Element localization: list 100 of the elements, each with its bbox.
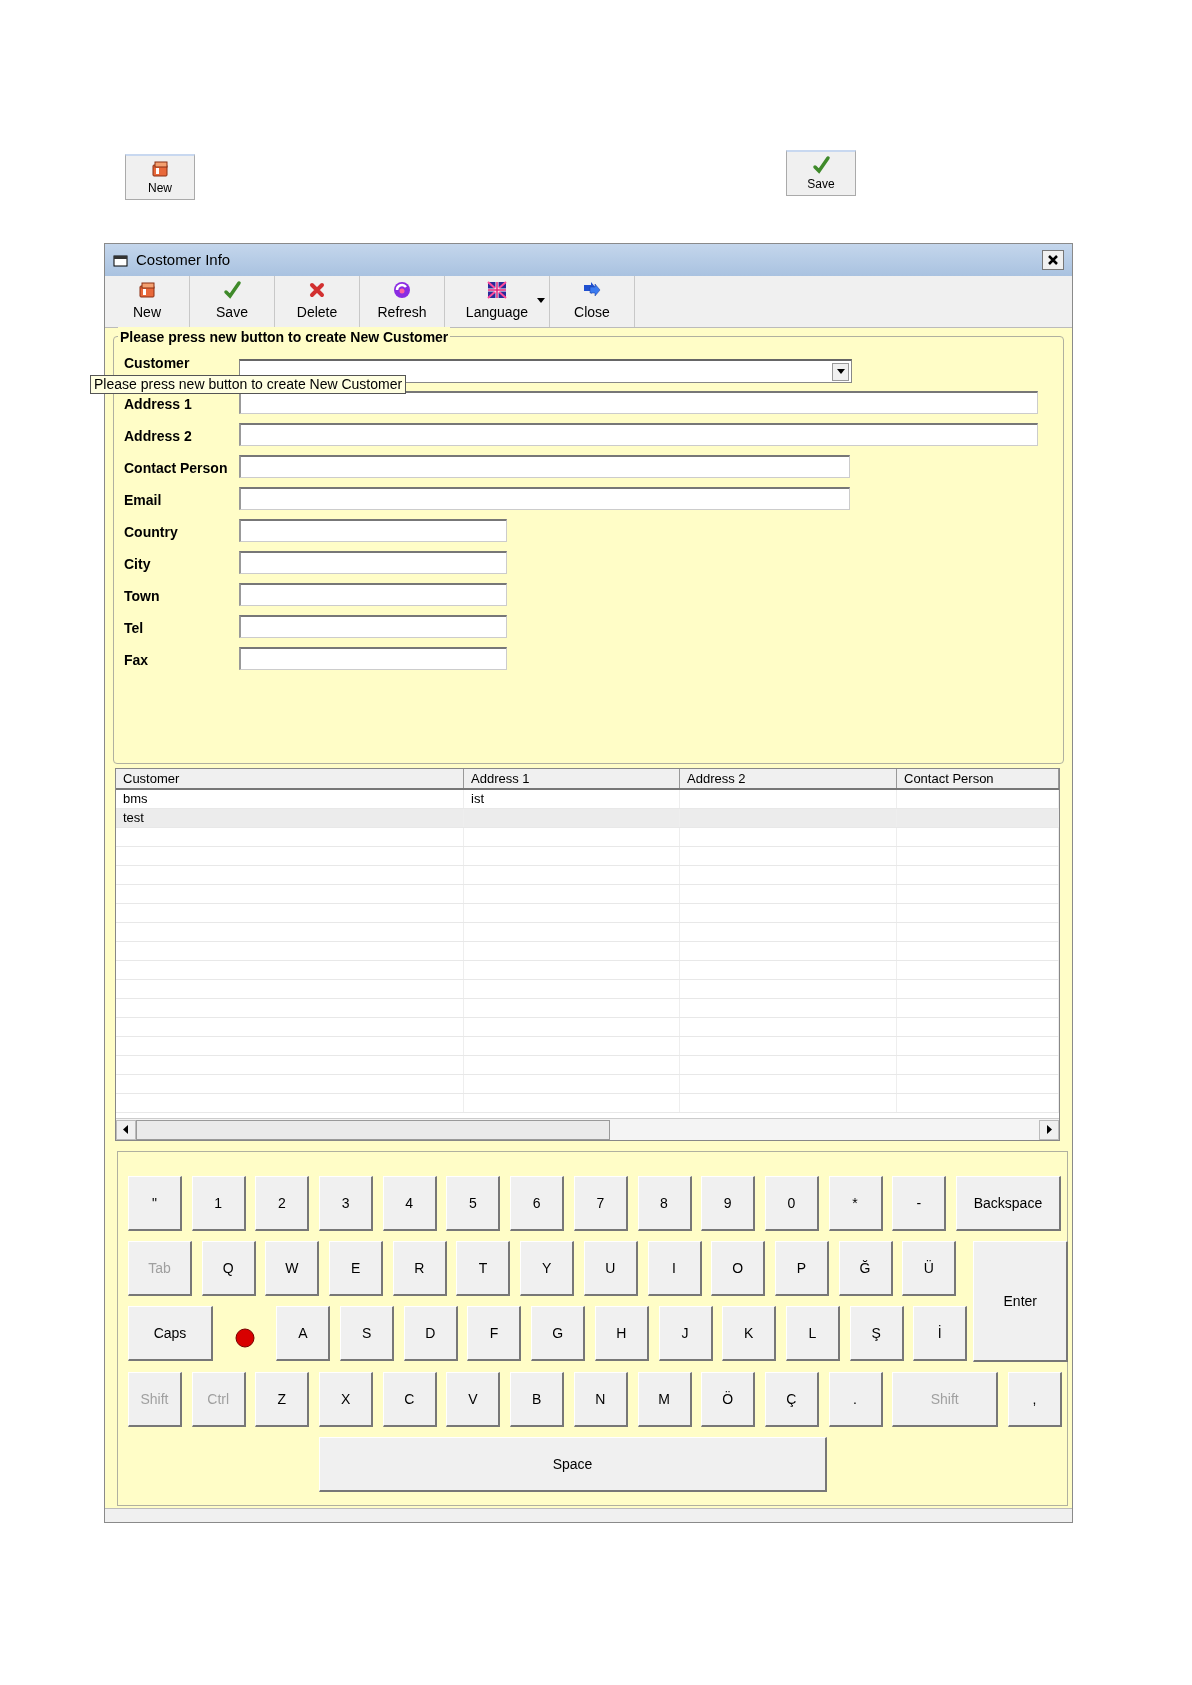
field-label: Email (124, 491, 163, 509)
save-button[interactable]: Save (786, 150, 856, 196)
close-toolbar-button[interactable]: Close (550, 276, 635, 327)
window-icon (113, 253, 128, 267)
left-arrow-icon (123, 1125, 129, 1134)
column-header[interactable]: Address 1 (464, 769, 680, 788)
text-field[interactable] (239, 487, 850, 510)
keyboard-key[interactable]: Ö (701, 1372, 756, 1427)
field-label: Town (124, 587, 161, 605)
keyboard-key[interactable]: Ğ (838, 1241, 893, 1296)
keyboard-key[interactable]: G (531, 1306, 586, 1361)
group-title: Please press new button to create New Customer (118, 327, 451, 348)
keyboard-key[interactable]: J (658, 1306, 713, 1361)
keyboard-key[interactable]: Ç (764, 1372, 819, 1427)
keyboard-key[interactable]: Ş (849, 1306, 904, 1361)
keyboard-key[interactable]: İ (913, 1306, 968, 1361)
keyboard-key[interactable]: H (594, 1306, 649, 1361)
keyboard-key[interactable]: K (722, 1306, 777, 1361)
keyboard-key[interactable]: . (828, 1372, 883, 1427)
field-label: City (124, 555, 152, 573)
keyboard-key[interactable]: O (711, 1241, 766, 1296)
keyboard-key[interactable]: T (456, 1241, 511, 1296)
keyboard-key[interactable]: Z (255, 1372, 310, 1427)
field-label: Customer (124, 356, 191, 371)
keyboard-key[interactable]: Q (201, 1241, 256, 1296)
keyboard-key[interactable]: U (583, 1241, 638, 1296)
table-row[interactable]: test (116, 809, 1059, 828)
column-header[interactable]: Contact Person (897, 769, 1059, 788)
keyboard-key[interactable]: N (573, 1372, 628, 1427)
close-icon (1047, 254, 1059, 266)
keyboard-key[interactable]: - (892, 1176, 947, 1231)
table-cell: test (116, 809, 464, 827)
text-field[interactable] (239, 391, 1038, 414)
close-button[interactable] (1042, 250, 1064, 270)
refresh-icon (392, 280, 412, 300)
keyboard-key[interactable]: Backspace (955, 1176, 1061, 1231)
keyboard-key[interactable]: 0 (764, 1176, 819, 1231)
flag-icon (487, 280, 507, 300)
delete-icon (307, 280, 327, 300)
keyboard-key[interactable]: W (265, 1241, 320, 1296)
keyboard-key[interactable]: 2 (255, 1176, 310, 1231)
field-label: Address 1 (124, 395, 193, 413)
keyboard-key[interactable]: 3 (319, 1176, 374, 1231)
text-field[interactable] (239, 519, 507, 542)
horizontal-scrollbar[interactable] (116, 1118, 1059, 1140)
box-icon (150, 158, 170, 179)
keyboard-key[interactable]: Caps (128, 1306, 213, 1361)
keyboard-key[interactable]: Ü (902, 1241, 957, 1296)
text-field[interactable] (239, 647, 507, 670)
text-field[interactable] (239, 455, 850, 478)
right-arrow-icon (1046, 1125, 1052, 1134)
box-icon (137, 280, 157, 300)
keyboard-key[interactable]: Space (319, 1437, 827, 1492)
keyboard-key[interactable]: , (1007, 1372, 1062, 1427)
dropdown-button[interactable] (832, 362, 849, 381)
keyboard-key[interactable]: 4 (382, 1176, 437, 1231)
table-cell: ist (464, 790, 680, 808)
keyboard-key[interactable]: Y (520, 1241, 575, 1296)
scroll-left-button[interactable] (116, 1119, 136, 1140)
keyboard-key[interactable]: R (392, 1241, 447, 1296)
table-cell: bms (116, 790, 464, 808)
keyboard-key[interactable]: * (828, 1176, 883, 1231)
keyboard-key[interactable]: 8 (637, 1176, 692, 1231)
text-field[interactable] (239, 423, 1038, 446)
field-label: Fax (124, 651, 150, 669)
scroll-thumb[interactable] (136, 1119, 610, 1140)
keyboard-key[interactable]: C (382, 1372, 437, 1427)
check-icon (811, 154, 831, 175)
keyboard-key[interactable]: A (276, 1306, 331, 1361)
keyboard-key[interactable]: D (403, 1306, 458, 1361)
keyboard-key[interactable]: V (446, 1372, 501, 1427)
field-label: Address 2 (124, 427, 193, 445)
keyboard-key[interactable]: 1 (191, 1176, 246, 1231)
keyboard-key[interactable]: I (647, 1241, 702, 1296)
keyboard-key[interactable]: P (774, 1241, 829, 1296)
field-label: Tel (124, 619, 145, 637)
new-button[interactable]: New (125, 154, 195, 200)
column-header[interactable]: Address 2 (680, 769, 897, 788)
keyboard-key[interactable]: L (785, 1306, 840, 1361)
language-toolbar-button[interactable]: Language (445, 276, 550, 327)
keyboard-key[interactable]: 6 (510, 1176, 565, 1231)
tooltip: Please press new button to create New Customer (90, 375, 407, 394)
field-label: Contact Person (124, 459, 229, 477)
keyboard-key[interactable]: B (510, 1372, 565, 1427)
text-field[interactable] (239, 583, 507, 606)
keyboard-key[interactable]: 5 (446, 1176, 501, 1231)
keyboard-key[interactable]: 9 (701, 1176, 756, 1231)
keyboard-key[interactable]: X (319, 1372, 374, 1427)
keyboard-key[interactable]: 7 (573, 1176, 628, 1231)
column-header[interactable]: Customer (116, 769, 464, 788)
text-field[interactable] (239, 551, 507, 574)
text-field[interactable] (239, 615, 507, 638)
scroll-right-button[interactable] (1039, 1119, 1059, 1140)
keyboard-key[interactable]: " (128, 1176, 182, 1231)
keyboard-key[interactable]: E (329, 1241, 384, 1296)
keyboard-key[interactable]: F (467, 1306, 522, 1361)
keyboard-key[interactable]: Enter (973, 1241, 1069, 1362)
keyboard-key[interactable]: M (637, 1372, 692, 1427)
dropdown-arrow-icon (836, 369, 845, 374)
keyboard-key[interactable]: S (340, 1306, 395, 1361)
